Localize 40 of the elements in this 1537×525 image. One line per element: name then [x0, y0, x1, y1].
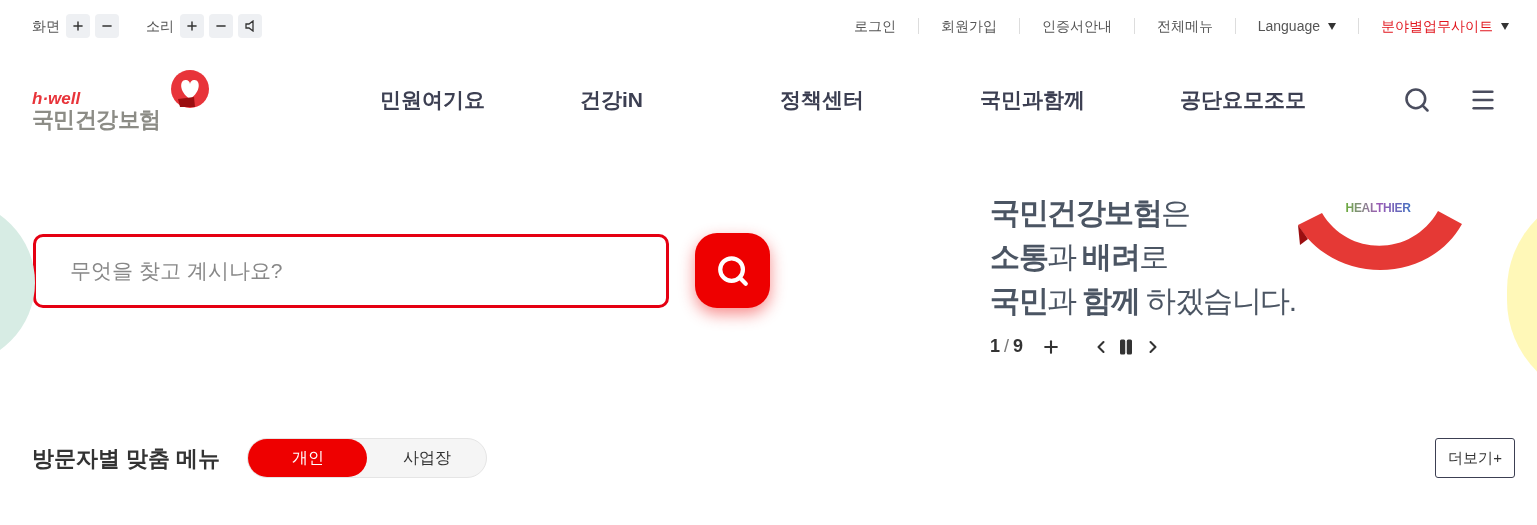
plus-icon	[71, 19, 85, 33]
caret-icon	[1501, 22, 1509, 30]
sound-button[interactable]	[238, 14, 262, 38]
sound-label: 소리	[146, 16, 174, 36]
slide-total: 9	[1013, 335, 1024, 358]
slide-current: 1	[990, 335, 1000, 358]
more-button[interactable]: 더보기+	[1435, 438, 1515, 478]
section-title: 방문자별 맞춤 메뉴	[32, 444, 221, 473]
logo[interactable]: h·well 국민건강보험	[32, 67, 222, 133]
search-icon	[715, 253, 750, 288]
banner-headline: 국민건강보험은	[990, 195, 1191, 231]
visitor-tab[interactable]: 개인	[248, 439, 368, 477]
volume-up-button[interactable]	[180, 14, 204, 38]
top-link[interactable]: 회원가입	[940, 15, 997, 37]
banner-headline: 소통과 배려로	[990, 239, 1169, 275]
nav-item[interactable]: 건강iN	[580, 84, 780, 116]
top-link[interactable]: 전체메뉴	[1156, 15, 1213, 37]
nav-item[interactable]: 정책센터	[780, 84, 980, 116]
speaker-icon	[244, 20, 256, 32]
dropdown-link[interactable]: 분야별업무사이트	[1381, 15, 1509, 37]
visitor-tab[interactable]: 사업장	[367, 439, 487, 477]
screen-label: 화면	[32, 16, 60, 36]
top-link[interactable]: 인증서안내	[1041, 15, 1112, 37]
nav-item[interactable]: 민원여기요	[380, 84, 580, 116]
dropdown-link[interactable]: Language	[1257, 15, 1336, 37]
top-link[interactable]: 로그인	[853, 15, 896, 37]
zoom-in-button[interactable]	[66, 14, 90, 38]
caret-icon	[1328, 22, 1336, 30]
logo-text: 국민건강보험	[32, 107, 161, 133]
volume-down-button[interactable]	[209, 14, 233, 38]
plus-icon	[185, 19, 199, 33]
banner-headline: 국민과 함께 하겠습니다.	[990, 283, 1296, 319]
logo-tagline: h·well	[32, 91, 82, 107]
search-field[interactable]: 무엇을 찾고 계시나요?	[33, 233, 669, 308]
nav-item[interactable]: 국민과함께	[980, 84, 1180, 116]
zoom-out-button[interactable]	[95, 14, 119, 38]
search-button[interactable]	[695, 233, 770, 308]
search-icon[interactable]	[1403, 86, 1431, 114]
nav-item[interactable]: 공단요모조모	[1180, 84, 1380, 116]
slide-separator: /	[1004, 335, 1010, 358]
